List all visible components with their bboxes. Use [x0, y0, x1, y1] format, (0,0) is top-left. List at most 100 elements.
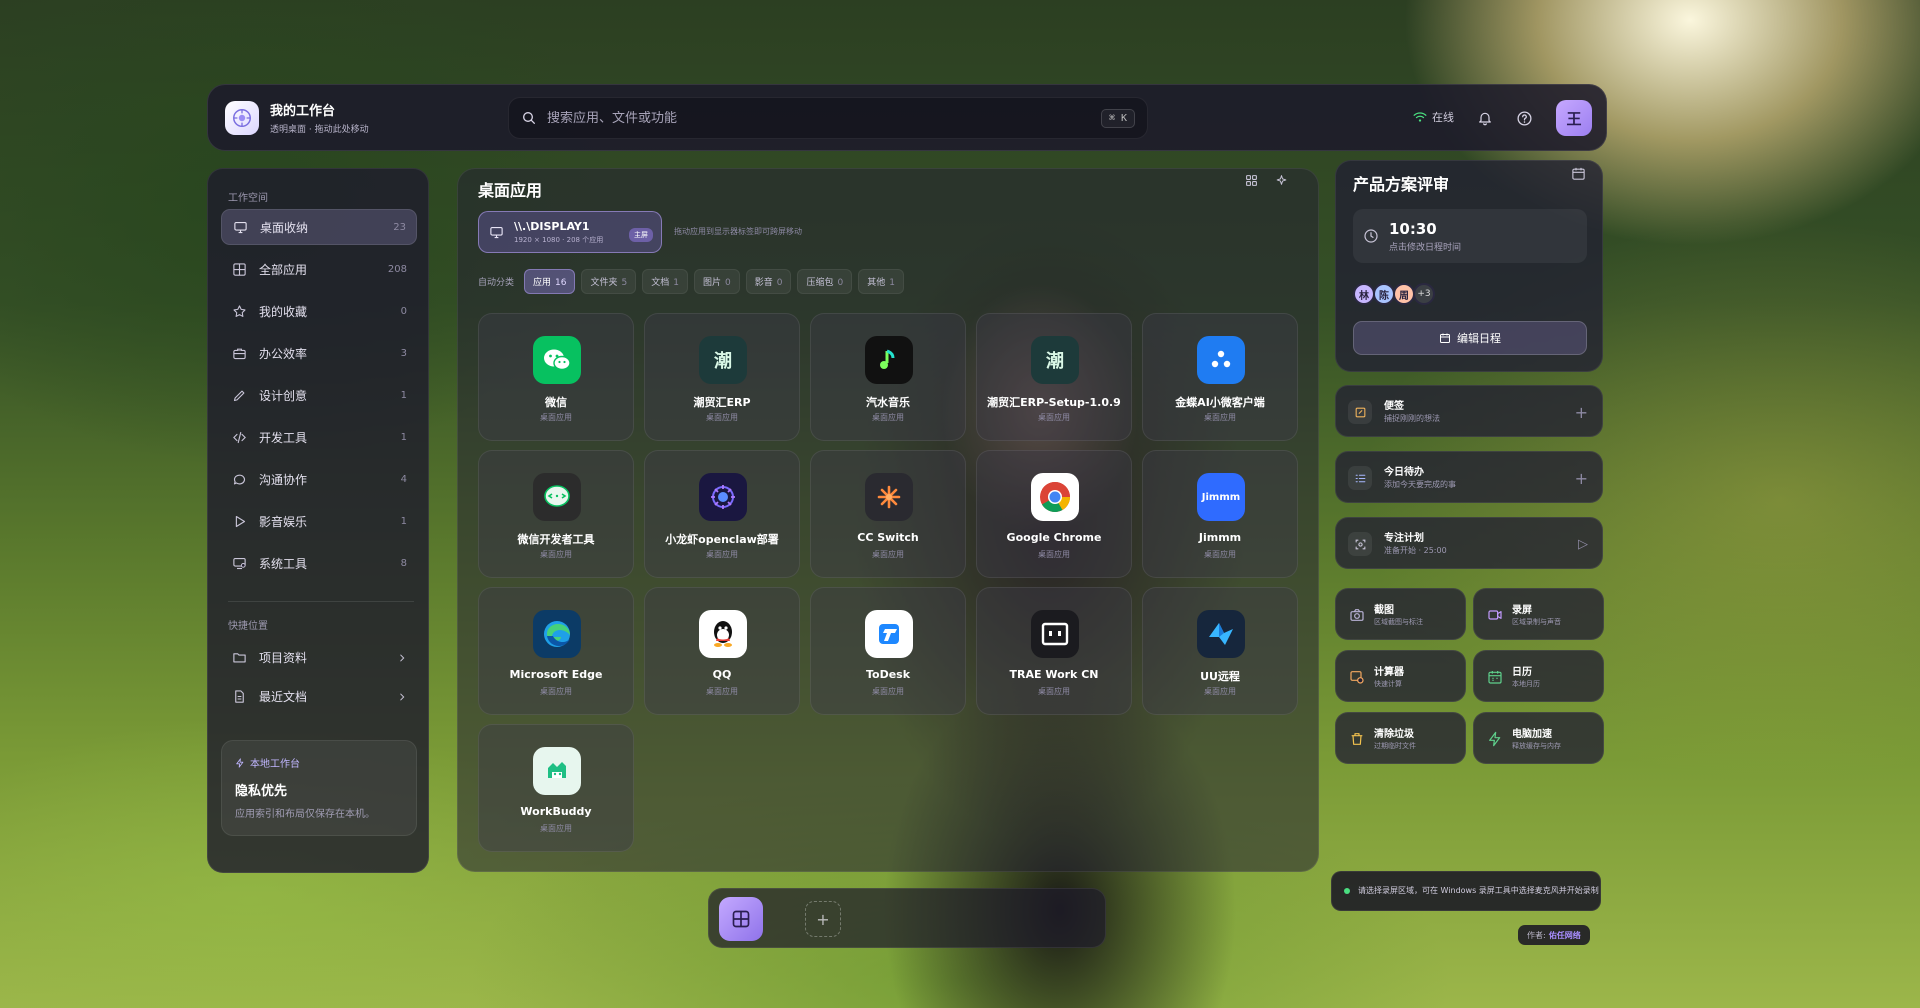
widget-focus[interactable]: 专注计划 准备开始 · 25:00 ▷ — [1335, 517, 1603, 569]
widget-subtitle: 捕捉刚刚的想法 — [1384, 414, 1440, 423]
app-card[interactable]: TRAE Work CN 桌面应用 — [976, 587, 1132, 715]
sidebar-item-dev[interactable]: 开发工具 1 — [221, 419, 417, 455]
tile-calendar[interactable]: 日历 本地月历 — [1473, 650, 1604, 702]
sidebar-item-count: 208 — [387, 263, 407, 275]
app-card[interactable]: 微信 桌面应用 — [478, 313, 634, 441]
filter-chip-archives[interactable]: 压缩包 0 — [797, 269, 853, 294]
widget-title: 今日待办 — [1384, 467, 1424, 478]
app-card[interactable]: WorkBuddy 桌面应用 — [478, 724, 634, 852]
app-card[interactable]: 汽水音乐 桌面应用 — [810, 313, 966, 441]
avatar: 周 — [1393, 283, 1415, 305]
filter-chip-label: 其他 — [867, 278, 886, 288]
sidebar-item-label: 最近文档 — [259, 689, 308, 704]
app-name: 潮贸汇ERP-Setup-1.0.9 — [987, 396, 1121, 409]
grid-view-icon[interactable] — [1240, 169, 1262, 191]
app-card[interactable]: Microsoft Edge 桌面应用 — [478, 587, 634, 715]
sidebar-item-design[interactable]: 设计创意 1 — [221, 377, 417, 413]
sidebar-item-communication[interactable]: 沟通协作 4 — [221, 461, 417, 497]
filter-chip-media[interactable]: 影音 0 — [745, 269, 792, 294]
sidebar-item-favorites[interactable]: 我的收藏 0 — [221, 293, 417, 329]
app-card[interactable]: 潮潮贸汇ERP-Setup-1.0.9 桌面应用 — [976, 313, 1132, 441]
kingdee-icon — [1197, 336, 1245, 384]
top-bar[interactable]: 我的工作台 透明桌面 · 拖动此处移动 ⌘ K 在线 王 — [207, 84, 1607, 151]
help-icon[interactable] — [1513, 107, 1535, 129]
tile-clean-junk[interactable]: 清除垃圾 过期临时文件 — [1335, 712, 1466, 764]
widget-todo[interactable]: 今日待办 添加今天要完成的事 + — [1335, 451, 1603, 503]
wechat-devtools-icon — [533, 473, 581, 521]
sidebar-item-count: 0 — [400, 305, 407, 317]
app-card[interactable]: CC Switch 桌面应用 — [810, 450, 966, 578]
app-name: QQ — [712, 668, 732, 681]
play-icon[interactable]: ▷ — [1578, 537, 1588, 552]
edge-icon — [533, 610, 581, 658]
dock-add-button[interactable]: + — [805, 901, 841, 937]
app-card[interactable]: Google Chrome 桌面应用 — [976, 450, 1132, 578]
sidebar-section-quick: 快捷位置 — [228, 621, 268, 632]
sidebar-item-office[interactable]: 办公效率 3 — [221, 335, 417, 371]
sidebar: 工作空间 桌面收纳 23 全部应用 208 我的收藏 0 办公效率 3 设计创意… — [207, 168, 429, 873]
tile-screen-record[interactable]: 录屏 区域录制与声音 — [1473, 588, 1604, 640]
edit-schedule-button[interactable]: 编辑日程 — [1353, 321, 1587, 355]
filter-chip-folders[interactable]: 文件夹 5 — [581, 269, 637, 294]
app-kind: 桌面应用 — [872, 687, 904, 696]
sidebar-item-system[interactable]: 系统工具 8 — [221, 545, 417, 581]
widget-notes[interactable]: 便签 捕捉刚刚的想法 + — [1335, 385, 1603, 437]
filter-chip-apps[interactable]: 应用 16 — [524, 269, 576, 294]
widget-subtitle: 准备开始 · 25:00 — [1384, 546, 1447, 555]
sidebar-item-all-apps[interactable]: 全部应用 208 — [221, 251, 417, 287]
main-panel: 桌面应用 \\.\DISPLAY1 1920 × 1080 · 208 个应用 … — [457, 168, 1319, 872]
app-icon-glyph: 潮 — [1046, 351, 1064, 372]
openclaw-icon — [699, 473, 747, 521]
brand-subtitle: 透明桌面 · 拖动此处移动 — [270, 125, 369, 135]
search-box[interactable]: ⌘ K — [508, 97, 1148, 139]
sidebar-item-label: 系统工具 — [259, 556, 308, 571]
add-icon[interactable]: + — [1575, 469, 1588, 488]
app-card[interactable]: ToDesk 桌面应用 — [810, 587, 966, 715]
schedule-time[interactable]: 10:30 点击修改日程时间 — [1353, 209, 1587, 263]
tile-calculator[interactable]: 计算器 快速计算 — [1335, 650, 1466, 702]
sidebar-item-desktop[interactable]: 桌面收纳 23 — [221, 209, 417, 245]
app-card[interactable]: 小龙虾openclaw部署 桌面应用 — [644, 450, 800, 578]
sidebar-item-recent-docs[interactable]: 最近文档 — [221, 678, 417, 714]
filter-chip-images[interactable]: 图片 0 — [693, 269, 740, 294]
bell-icon[interactable] — [1474, 107, 1496, 129]
add-icon[interactable]: + — [1575, 403, 1588, 422]
sidebar-item-count: 23 — [393, 221, 406, 233]
tile-subtitle: 区域截图与标注 — [1374, 618, 1423, 626]
sidebar-item-count: 4 — [400, 473, 407, 485]
search-input[interactable] — [547, 110, 1101, 126]
toast-message: 请选择录屏区域，可在 Windows 录屏工具中选择麦克风并开始录制 — [1358, 886, 1599, 895]
app-card[interactable]: Jimmm Jimmm 桌面应用 — [1142, 450, 1298, 578]
display-card[interactable]: \\.\DISPLAY1 1920 × 1080 · 208 个应用 主屏 — [478, 211, 662, 253]
tile-subtitle: 区域录制与声音 — [1512, 618, 1561, 626]
tile-screenshot[interactable]: 截图 区域截图与标注 — [1335, 588, 1466, 640]
dock-home-button[interactable] — [719, 897, 763, 941]
app-card[interactable]: 微信开发者工具 桌面应用 — [478, 450, 634, 578]
filter-chip-count: 0 — [837, 278, 844, 288]
tile-subtitle: 过期临时文件 — [1374, 742, 1416, 750]
widget-subtitle: 添加今天要完成的事 — [1384, 480, 1456, 489]
record-toast: 请选择录屏区域，可在 Windows 录屏工具中选择麦克风并开始录制 — [1331, 871, 1601, 911]
sidebar-item-media[interactable]: 影音娱乐 1 — [221, 503, 417, 539]
privacy-tag-label: 本地工作台 — [250, 759, 300, 770]
app-card[interactable]: 金蝶AI小微客户端 桌面应用 — [1142, 313, 1298, 441]
filter-bar: 自动分类 应用 16 文件夹 5 文档 1 图片 0 影音 0 压缩包 0 其他 1 — [478, 269, 904, 294]
tile-speed-up[interactable]: 电脑加速 释放缓存与内存 — [1473, 712, 1604, 764]
brand-title: 我的工作台 — [270, 104, 336, 119]
sidebar-item-count: 1 — [400, 389, 407, 401]
user-avatar[interactable]: 王 — [1556, 100, 1592, 136]
app-name: 微信开发者工具 — [517, 533, 595, 546]
app-card[interactable]: 潮潮贸汇ERP 桌面应用 — [644, 313, 800, 441]
sparkle-icon[interactable] — [1270, 169, 1292, 191]
sidebar-item-label: 影音娱乐 — [259, 514, 308, 529]
app-card[interactable]: QQ 桌面应用 — [644, 587, 800, 715]
todesk-icon — [865, 610, 913, 658]
page-title: 桌面应用 — [478, 181, 543, 200]
filter-chip-documents[interactable]: 文档 1 — [642, 269, 688, 294]
filter-chip-other[interactable]: 其他 1 — [858, 269, 904, 294]
app-card[interactable]: UU远程 桌面应用 — [1142, 587, 1298, 715]
filter-chip-label: 文档 — [651, 278, 670, 288]
calendar-icon[interactable] — [1571, 166, 1586, 185]
sidebar-item-project-files[interactable]: 项目资料 — [221, 639, 417, 675]
lightning-icon — [1486, 730, 1504, 748]
